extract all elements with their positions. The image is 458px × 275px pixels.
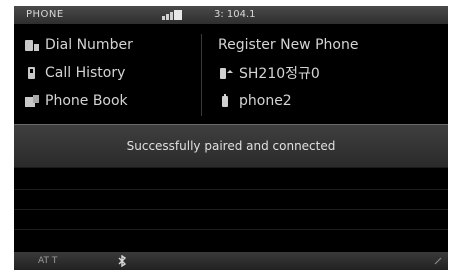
menu-item-phone2[interactable]: phone2 [218, 90, 292, 112]
menu-item-label: Call History [45, 65, 126, 81]
signal-icon [162, 10, 182, 20]
corner-icon [434, 257, 442, 265]
carrier-label: AT T [38, 256, 58, 266]
menu-item-label: Phone Book [45, 93, 128, 109]
status-bar: PHONE 3: 104.1 [14, 6, 448, 24]
row-separator [14, 229, 448, 230]
menu-item-dial-number[interactable]: Dial Number [24, 34, 133, 56]
popup-message: Successfully paired and connected [126, 139, 336, 153]
menu-item-label: SH210정규0 [239, 66, 320, 82]
row-separator [14, 209, 448, 210]
empty-list-area [14, 170, 448, 248]
menu-item-connected-phone[interactable]: SH210정규0 [218, 62, 320, 84]
bluetooth-icon [118, 255, 127, 267]
menu-item-label: phone2 [239, 93, 292, 109]
bottom-bar: AT T [14, 252, 448, 270]
menu-item-register-new-phone[interactable]: Register New Phone [218, 34, 358, 56]
call-history-icon [28, 67, 35, 79]
head-unit-screen: PHONE 3: 104.1 Dial Number Call History [14, 6, 448, 270]
connection-status-popup: Successfully paired and connected [14, 124, 448, 168]
screen-title: PHONE [26, 9, 64, 20]
menu-item-label: Register New Phone [218, 37, 359, 53]
menu-item-phone-book[interactable]: Phone Book [24, 90, 128, 112]
radio-frequency: 3: 104.1 [214, 9, 256, 20]
menu-item-label: Dial Number [45, 37, 133, 53]
dial-icon [25, 40, 39, 51]
phone-connected-icon [220, 68, 233, 79]
menu-divider [201, 34, 202, 116]
phone-icon [222, 94, 228, 107]
phone-menu: Dial Number Call History Phone Book Regi… [14, 30, 448, 118]
phonebook-icon [25, 95, 39, 107]
row-separator [14, 189, 448, 190]
menu-item-call-history[interactable]: Call History [24, 62, 125, 84]
